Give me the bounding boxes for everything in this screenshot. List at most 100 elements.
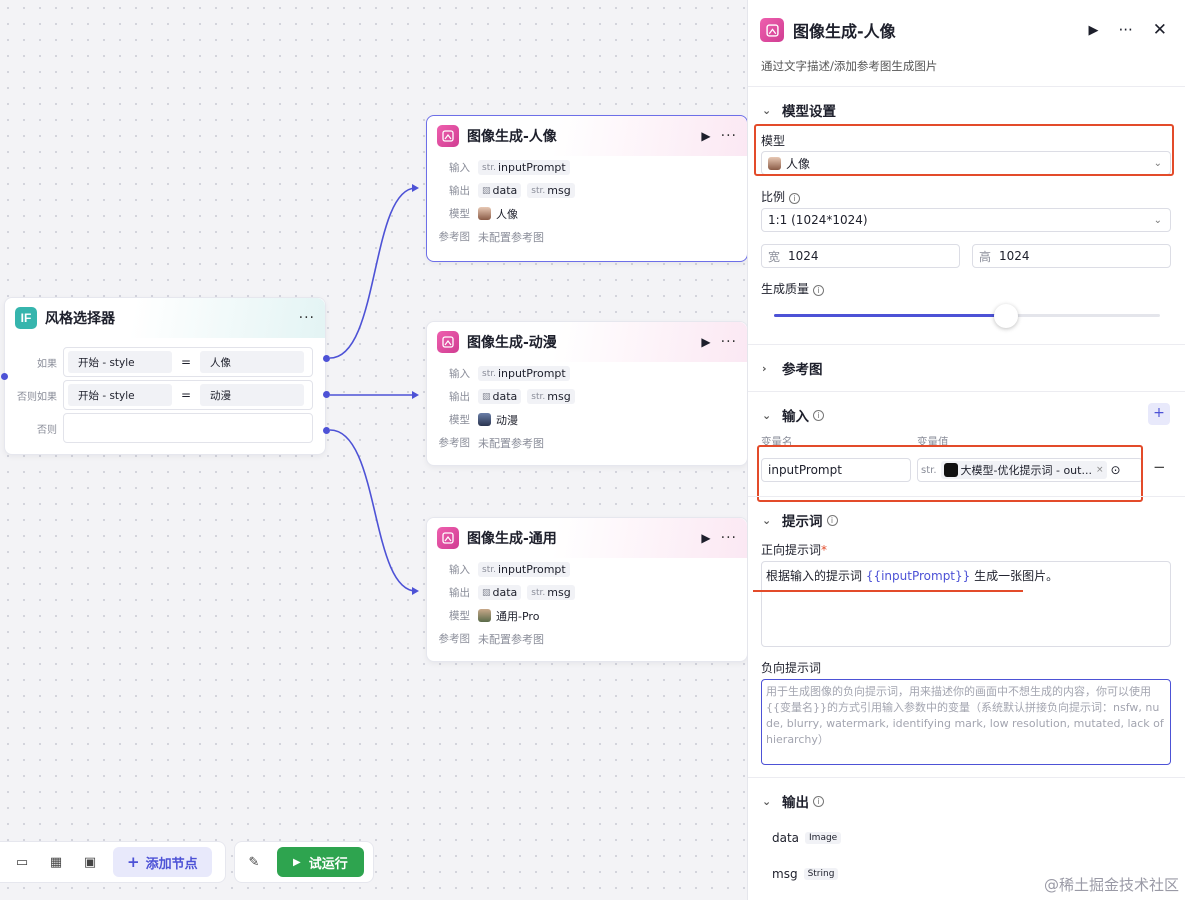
quality-slider-fill: [774, 314, 1006, 317]
minimap-icon[interactable]: ▣: [79, 855, 101, 870]
model-label: 模型: [449, 208, 470, 220]
condition-label: 否则: [37, 424, 57, 436]
canvas-toolbar: ▭ ▦ ▣ + 添加节点: [0, 841, 226, 883]
panel-title: 图像生成-人像: [793, 22, 896, 41]
condition-box[interactable]: [63, 413, 313, 443]
condition-right[interactable]: 动漫: [200, 384, 304, 406]
info-icon: i: [789, 193, 801, 204]
condition-box[interactable]: 开始 - style = 人像: [63, 347, 313, 377]
more-icon[interactable]: ···: [721, 334, 737, 350]
panel-header: 图像生成-人像 ▶ ··· ✕: [748, 0, 1185, 60]
run-icon[interactable]: ▶: [701, 335, 710, 349]
watermark: @稀土掘金技术社区: [1043, 876, 1179, 894]
condition-left[interactable]: 开始 - style: [68, 351, 172, 373]
chevron-down-icon: ⌄: [762, 408, 772, 422]
section-header[interactable]: ⌄ 提示词 i: [748, 497, 1185, 543]
input-tag: str. inputPrompt: [478, 562, 570, 577]
debug-icon[interactable]: ✎: [243, 855, 265, 870]
ref-label: 参考图: [438, 231, 471, 243]
output-item: data Image: [772, 831, 847, 845]
node-title: 图像生成-人像: [467, 129, 557, 145]
quality-slider[interactable]: [774, 304, 1160, 328]
condition-op: =: [180, 388, 192, 402]
more-icon[interactable]: ···: [1118, 21, 1132, 39]
info-icon: i: [826, 514, 838, 526]
section-header[interactable]: › 参考图: [748, 345, 1185, 391]
more-icon[interactable]: ···: [299, 310, 315, 326]
output-label: 输出: [449, 587, 470, 599]
image-gen-node-anime[interactable]: 图像生成-动漫 ▶ ··· 输入 str. inputPrompt 输出 ▧ data s…: [426, 321, 748, 466]
condition-left[interactable]: 开始 - style: [68, 384, 172, 406]
output-msg-tag: str. msg: [527, 389, 575, 404]
ref-value: 未配置参考图: [478, 230, 544, 244]
output-msg-tag: str. msg: [527, 183, 575, 198]
run-icon[interactable]: ▶: [701, 531, 710, 545]
node-title: 图像生成-通用: [467, 531, 557, 547]
run-icon[interactable]: ▶: [1088, 23, 1098, 38]
comment-icon[interactable]: ▭: [11, 855, 33, 870]
condition-label: 如果: [37, 358, 57, 370]
more-icon[interactable]: ···: [721, 128, 737, 144]
prompt-section: ⌄ 提示词 i 正向提示词* 根据输入的提示词 {{inputPrompt}} 生成…: [748, 496, 1185, 776]
panel-description: 通过文字描述/添加参考图生成图片: [761, 59, 938, 73]
output-label: 输出: [449, 185, 470, 197]
close-icon[interactable]: ✕: [1153, 20, 1167, 40]
if-icon: IF: [15, 307, 37, 329]
style-selector-node[interactable]: IF 风格选择器 ··· 如果 开始 - style = 人像 否则如果 开始 …: [4, 297, 326, 455]
model-avatar: [478, 609, 491, 622]
input-tag: str. inputPrompt: [478, 366, 570, 381]
condition-box[interactable]: 开始 - style = 动漫: [63, 380, 313, 410]
reference-section: › 参考图: [748, 344, 1185, 390]
more-icon[interactable]: ···: [721, 530, 737, 546]
image-icon: [437, 331, 459, 353]
prompt-variable: {{inputPrompt}}: [865, 569, 971, 583]
node-settings-panel: 图像生成-人像 ▶ ··· ✕ 通过文字描述/添加参考图生成图片 ⌄ 模型设置 模…: [747, 0, 1185, 900]
add-node-button[interactable]: + 添加节点: [113, 847, 212, 877]
positive-prompt-input[interactable]: 根据输入的提示词 {{inputPrompt}} 生成一张图片。: [761, 561, 1171, 647]
input-label: 输入: [449, 368, 470, 380]
input-label: 输入: [449, 564, 470, 576]
run-icon[interactable]: ▶: [701, 129, 710, 143]
condition-if: 如果 开始 - style = 人像: [5, 347, 325, 377]
section-header[interactable]: ⌄ 输入 i: [748, 392, 1185, 438]
output-label: 输出: [449, 391, 470, 403]
output-port-if[interactable]: [323, 355, 330, 362]
condition-op: =: [180, 355, 192, 369]
output-port-elseif[interactable]: [323, 391, 330, 398]
output-data-tag: ▧ data: [478, 585, 522, 600]
image-icon: [437, 527, 459, 549]
model-label: 模型: [449, 414, 470, 426]
input-port[interactable]: [1, 373, 8, 380]
quality-slider-handle[interactable]: [993, 304, 1018, 328]
condition-else: 否则: [5, 413, 325, 443]
node-title: 风格选择器: [45, 311, 115, 327]
remove-input-icon[interactable]: −: [1153, 458, 1166, 476]
model-name: 人像: [496, 207, 518, 221]
output-data-tag: ▧ data: [478, 389, 522, 404]
quality-label: 生成质量 i: [761, 280, 825, 297]
output-port-else[interactable]: [323, 427, 330, 434]
image-gen-node-general[interactable]: 图像生成-通用 ▶ ··· 输入 str. inputPrompt 输出 ▧ data s…: [426, 517, 748, 662]
condition-elseif: 否则如果 开始 - style = 动漫: [5, 380, 325, 410]
ref-label: 参考图: [438, 633, 471, 645]
image-gen-node-portrait[interactable]: 图像生成-人像 ▶ ··· 输入 str. inputPrompt 输出 ▧ data s…: [426, 115, 748, 262]
output-msg-tag: str. msg: [527, 585, 575, 600]
layout-icon[interactable]: ▦: [45, 855, 67, 870]
section-header[interactable]: ⌄ 输出 i: [748, 778, 1185, 824]
info-icon: i: [813, 795, 824, 807]
condition-right[interactable]: 人像: [200, 351, 304, 373]
ref-label: 参考图: [438, 437, 471, 449]
add-input-button[interactable]: +: [1148, 403, 1170, 425]
ref-value: 未配置参考图: [478, 632, 544, 646]
condition-label: 否则如果: [17, 391, 57, 403]
width-input[interactable]: 宽 1024: [761, 244, 960, 268]
chevron-right-icon: ›: [762, 361, 767, 375]
height-input[interactable]: 高 1024: [972, 244, 1171, 268]
test-run-button[interactable]: ▶ 试运行: [277, 847, 364, 877]
negative-prompt-input[interactable]: 用于生成图像的负向提示词，用来描述你的画面中不想生成的内容，你可以使用{{变量名…: [761, 679, 1171, 765]
ratio-select[interactable]: 1:1 (1024*1024) ⌄: [761, 208, 1171, 232]
positive-prompt-label: 正向提示词*: [761, 543, 828, 557]
chevron-down-icon: ⌄: [762, 103, 772, 117]
info-icon: i: [813, 409, 824, 421]
model-name: 动漫: [496, 413, 518, 427]
